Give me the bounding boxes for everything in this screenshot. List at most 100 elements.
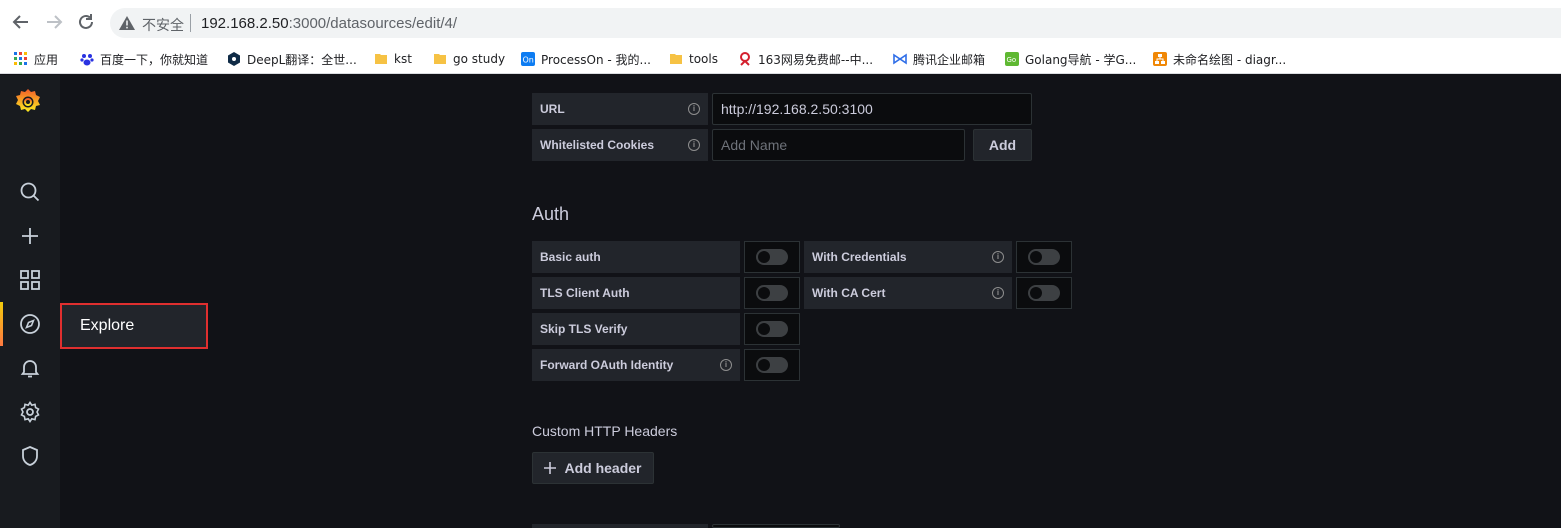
add-header-button-label: Add header — [564, 460, 642, 476]
side-menu — [0, 75, 60, 528]
toggle-switch — [1028, 249, 1060, 265]
svg-text:Go: Go — [1007, 56, 1017, 64]
next-row-label-partial — [532, 524, 708, 528]
grafana-logo-icon — [16, 89, 40, 112]
bookmark-163-mail[interactable]: 163网易免费邮--中... — [738, 49, 873, 69]
golang-nav-icon: Go — [1005, 52, 1019, 66]
whitelisted-cookies-label: Whitelisted Cookies i — [532, 129, 708, 161]
server-admin-shield-icon — [22, 446, 38, 466]
whitelisted-cookies-label-text: Whitelisted Cookies — [540, 138, 655, 152]
forward-arrow-icon — [47, 15, 63, 29]
bookmark-label: DeepL翻译：全世... — [247, 52, 357, 67]
sidemenu-search[interactable] — [0, 170, 60, 214]
bookmark-label: kst — [394, 52, 412, 66]
address-bar[interactable]: 不安全 192.168.2.50:3000/datasources/edit/4… — [110, 8, 1561, 38]
custom-headers-title: Custom HTTP Headers — [532, 423, 678, 439]
url-host: 192.168.2.50 — [201, 15, 289, 32]
bookmark-deepl[interactable]: DeepL翻译：全世... — [227, 49, 357, 69]
cookie-name-input[interactable]: Add Name — [712, 129, 965, 161]
tls-client-auth-label: TLS Client Auth — [532, 277, 740, 309]
url-input[interactable]: http://192.168.2.50:3100 — [712, 93, 1032, 125]
cookie-name-placeholder: Add Name — [721, 137, 788, 153]
bookmark-tools[interactable]: tools — [669, 49, 718, 69]
warning-triangle-icon[interactable] — [119, 16, 135, 30]
bookmark-label: 未命名绘图 - diagr... — [1173, 52, 1287, 67]
sidemenu-server-admin[interactable] — [0, 434, 60, 478]
grafana-logo[interactable] — [13, 87, 43, 122]
tls-client-auth-toggle[interactable] — [744, 277, 800, 309]
bookmark-label: Golang导航 - 学G... — [1025, 52, 1137, 67]
bookmark-baidu[interactable]: 百度一下，你就知道 — [80, 49, 208, 69]
toggle-switch — [756, 285, 788, 301]
bookmark-label: 腾讯企业邮箱 — [913, 52, 986, 67]
back-arrow-icon — [12, 15, 28, 29]
skip-tls-verify-label: Skip TLS Verify — [532, 313, 740, 345]
bookmarks-bar: 应用 百度一下，你就知道 DeepL翻译：全世... kst go study … — [0, 44, 1561, 74]
processon-icon: On — [521, 52, 535, 66]
skip-tls-verify-label-text: Skip TLS Verify — [540, 322, 628, 336]
reload-icon — [79, 14, 93, 29]
sidemenu-create[interactable] — [0, 214, 60, 258]
toggle-switch — [756, 321, 788, 337]
info-icon[interactable]: i — [992, 287, 1004, 299]
add-cookie-button[interactable]: Add — [973, 129, 1032, 161]
url-label: URL i — [532, 93, 708, 125]
skip-tls-verify-toggle[interactable] — [744, 313, 800, 345]
sidemenu-explore[interactable] — [0, 302, 60, 346]
reload-button[interactable] — [74, 10, 98, 34]
toggle-switch — [1028, 285, 1060, 301]
folder-icon — [375, 54, 387, 64]
forward-button[interactable] — [42, 10, 66, 34]
bookmark-tencent-mail[interactable]: 腾讯企业邮箱 — [893, 49, 985, 69]
bookmark-processon[interactable]: On ProcessOn - 我的... — [521, 49, 651, 69]
basic-auth-label-text: Basic auth — [540, 250, 601, 264]
plus-icon — [22, 228, 38, 244]
bookmark-label: ProcessOn - 我的... — [541, 52, 651, 67]
sidemenu-alerting[interactable] — [0, 346, 60, 390]
baidu-icon — [80, 54, 94, 66]
grafana-app: Explore URL i http://192.168.2.50:3100 W… — [0, 75, 1561, 528]
bookmark-kst[interactable]: kst — [374, 49, 412, 69]
info-icon[interactable]: i — [688, 103, 700, 115]
address-separator — [190, 14, 191, 32]
basic-auth-toggle[interactable] — [744, 241, 800, 273]
bookmark-golang-nav[interactable]: Go Golang导航 - 学G... — [1005, 49, 1136, 69]
url-input-value: http://192.168.2.50:3100 — [721, 101, 873, 117]
bookmark-go-study[interactable]: go study — [433, 49, 505, 69]
folder-icon — [434, 54, 446, 64]
search-icon — [20, 182, 40, 202]
configuration-gear-icon — [20, 401, 40, 423]
url-label-text: URL — [540, 102, 565, 116]
with-credentials-toggle[interactable] — [1016, 241, 1072, 273]
auth-section-title: Auth — [532, 204, 570, 224]
svg-text:On: On — [523, 56, 534, 65]
alerting-bell-icon — [20, 360, 40, 378]
bookmark-label: 百度一下，你就知道 — [100, 52, 209, 67]
plus-icon — [544, 462, 557, 474]
basic-auth-label: Basic auth — [532, 241, 740, 273]
toggle-switch — [756, 357, 788, 373]
forward-oauth-identity-toggle[interactable] — [744, 349, 800, 381]
browser-toolbar: 不安全 192.168.2.50:3000/datasources/edit/4… — [0, 0, 1561, 44]
forward-oauth-identity-label-text: Forward OAuth Identity — [540, 358, 674, 372]
next-row-input-partial[interactable] — [712, 524, 840, 528]
add-header-button[interactable]: Add header — [532, 452, 654, 484]
sidemenu-dashboards[interactable] — [0, 258, 60, 302]
explore-icon — [20, 314, 40, 334]
info-icon[interactable]: i — [688, 139, 700, 151]
explore-flyout-menu[interactable]: Explore — [60, 303, 208, 349]
netease-icon — [740, 52, 750, 66]
bookmark-label: tools — [689, 52, 718, 66]
with-ca-cert-label: With CA Cert i — [804, 277, 1012, 309]
sidemenu-configuration[interactable] — [0, 390, 60, 434]
back-button[interactable] — [9, 10, 33, 34]
info-icon[interactable]: i — [720, 359, 732, 371]
bookmark-drawio[interactable]: 未命名绘图 - diagr... — [1153, 49, 1286, 69]
url-text[interactable]: 192.168.2.50:3000/datasources/edit/4/ — [201, 15, 457, 32]
with-ca-cert-toggle[interactable] — [1016, 277, 1072, 309]
info-icon[interactable]: i — [992, 251, 1004, 263]
toggle-switch — [756, 249, 788, 265]
deepl-icon — [228, 52, 240, 66]
tencent-mail-icon — [893, 53, 907, 65]
bookmark-apps[interactable]: 应用 — [14, 49, 58, 69]
